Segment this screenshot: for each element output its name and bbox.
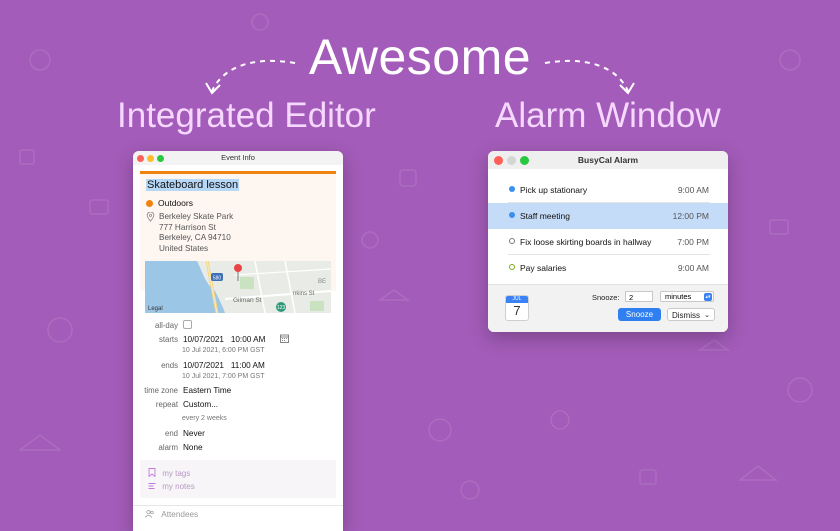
arrow-right-decoration [544, 59, 635, 95]
attendees-icon [145, 510, 154, 518]
ends-secondary-time: 10 Jul 2021, 7:00 PM GST [182, 373, 265, 380]
calendar-app-icon: JUL 7 [505, 295, 529, 321]
location-line: 777 Harrison St [159, 222, 216, 232]
street-label: BE [318, 279, 326, 285]
ends-date-field[interactable]: 10/07/2021 [183, 361, 224, 370]
snooze-label: Snooze: [592, 293, 620, 302]
calendar-dot-icon [509, 212, 515, 218]
alarm-item-time: 12:00 PM [672, 211, 709, 221]
alarm-titlebar: BusyCal Alarm [488, 151, 728, 169]
alarm-item-selected[interactable]: Staff meeting 12:00 PM [488, 203, 728, 229]
alarm-item-time: 9:00 AM [677, 185, 709, 195]
alarm-field[interactable]: None [183, 443, 203, 452]
snooze-unit-value: minutes [665, 292, 692, 301]
alarm-window: BusyCal Alarm Pick up stationary 9:00 AM… [488, 151, 728, 332]
event-info-titlebar: Event Info [133, 151, 343, 165]
tags-placeholder: my tags [162, 469, 191, 478]
timezone-label: time zone [144, 386, 178, 395]
street-label: Gilman St [233, 297, 262, 304]
allday-label: all-day [155, 321, 178, 330]
tag-icon [148, 468, 156, 478]
starts-secondary-time: 10 Jul 2021, 6:00 PM GST [182, 347, 265, 354]
ends-label: ends [161, 361, 178, 370]
alarm-item-name: Fix loose skirting boards in hallway [520, 237, 652, 247]
starts-label: starts [158, 335, 178, 344]
window-title: BusyCal Alarm [577, 155, 639, 165]
alarm-item-name: Pick up stationary [520, 185, 588, 195]
reminder-ring-icon [509, 264, 515, 270]
end-label: end [164, 429, 178, 438]
snooze-button[interactable]: Snooze [618, 308, 661, 321]
route-label: 580 [213, 276, 222, 282]
map-legal-link[interactable]: Legal [148, 306, 163, 312]
calendar-dot-icon [509, 186, 515, 192]
starts-date-field[interactable]: 10/07/2021 [183, 335, 224, 344]
alarm-item[interactable]: Pick up stationary 9:00 AM [488, 177, 728, 203]
repeat-end-field[interactable]: Never [183, 429, 205, 438]
dismiss-label: Dismiss [672, 311, 700, 320]
calendar-picker-icon[interactable] [280, 334, 289, 343]
alarm-item-time: 7:00 PM [677, 237, 709, 247]
location-line: Berkeley Skate Park [159, 212, 234, 221]
calendar-color-icon [146, 200, 153, 207]
repeat-field[interactable]: Custom... [183, 400, 218, 409]
alarm-list: Pick up stationary 9:00 AM Staff meeting… [488, 177, 728, 281]
starts-time-field[interactable]: 10:00 AM [231, 335, 266, 344]
window-title: Event Info [221, 153, 255, 162]
snooze-amount-input[interactable]: 2 [625, 291, 653, 302]
chevron-down-icon: ⌄ [704, 312, 710, 319]
divider [133, 505, 343, 506]
route-label: 123 [277, 305, 286, 311]
tags-field[interactable]: my tags [148, 468, 190, 478]
alarm-window-caption: Alarm Window [495, 96, 721, 135]
alarm-item-name: Pay salaries [520, 263, 567, 273]
integrated-editor-caption: Integrated Editor [117, 96, 376, 135]
snooze-unit-select[interactable]: minutes ▴▾ [660, 291, 714, 302]
calendar-icon-day: 7 [513, 303, 521, 318]
timezone-field[interactable]: Eastern Time [183, 386, 231, 395]
attendees-field[interactable]: Attendees [145, 510, 198, 519]
location-map[interactable]: 580 123 Gilman St nkins St BE Legal [145, 261, 331, 313]
location-line: Berkeley, CA 94710 [159, 233, 231, 242]
street-label: nkins St [293, 291, 315, 297]
notes-placeholder: my notes [162, 482, 195, 491]
updown-chevron-icon: ▴▾ [704, 293, 712, 301]
arrow-left-decoration [205, 59, 296, 95]
calendar-color-bar [140, 171, 336, 174]
location-line: United States [159, 243, 209, 253]
repeat-detail: every 2 weeks [182, 415, 227, 422]
alarm-item[interactable]: Pay salaries 9:00 AM [488, 255, 728, 281]
alarm-item-name: Staff meeting [520, 211, 570, 221]
notes-field[interactable]: my notes [148, 482, 195, 491]
alarm-label: alarm [158, 443, 179, 452]
ends-time-field[interactable]: 11:00 AM [231, 361, 265, 370]
repeat-label: repeat [155, 400, 178, 409]
location-pin-icon [146, 212, 155, 222]
attendees-placeholder: Attendees [161, 510, 199, 519]
headline: Awesome [308, 29, 532, 85]
dismiss-button[interactable]: Dismiss ⌄ [667, 308, 715, 321]
event-info-window: Event Info Skateboard lesson Outdoors Be… [133, 151, 343, 531]
calendar-icon-month: JUL [506, 296, 528, 303]
tags-notes-section: my tags my notes [140, 460, 336, 498]
event-title-field[interactable]: Skateboard lesson [146, 179, 240, 191]
calendar-name: Outdoors [158, 198, 193, 208]
calendar-selector[interactable]: Outdoors [146, 198, 193, 208]
location-field[interactable]: Berkeley Skate Park 777 Harrison St Berk… [159, 212, 233, 254]
reminder-ring-icon [509, 238, 515, 244]
notes-icon [148, 483, 156, 489]
alarm-item-time: 9:00 AM [677, 263, 709, 273]
alarm-item[interactable]: Fix loose skirting boards in hallway 7:0… [488, 229, 728, 255]
allday-checkbox[interactable] [183, 320, 192, 329]
alarm-footer: JUL 7 Snooze: 2 minutes ▴▾ Snooze Dismis… [488, 284, 728, 332]
